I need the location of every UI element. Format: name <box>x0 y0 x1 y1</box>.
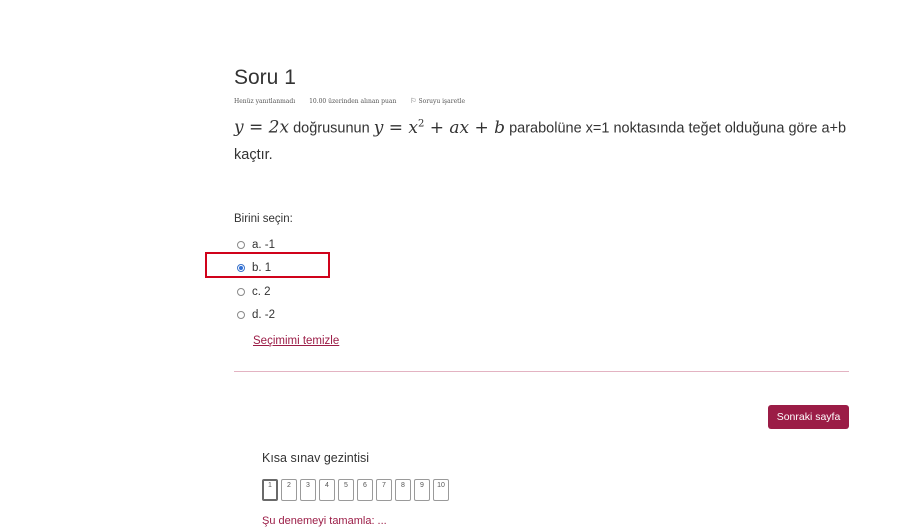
next-page-button[interactable]: Sonraki sayfa <box>768 405 849 429</box>
question-meta: Henüz yanıtlanmadı 10.00 üzerinden alına… <box>234 97 489 105</box>
quiz-page-button-10[interactable]: 10 <box>433 479 449 501</box>
answer-option-label: d. -2 <box>252 309 276 322</box>
finish-attempt-link[interactable]: Şu denemeyi tamamla: ... <box>262 515 387 527</box>
quiz-navigation-title: Kısa sınav gezintisi <box>262 451 369 465</box>
radio-button-c[interactable] <box>237 287 245 296</box>
parabola-equation: y = x2 + ax + b <box>374 118 505 138</box>
parabola-equation-base: y = x <box>373 117 418 138</box>
flag-icon: ⚐ <box>410 97 417 105</box>
parabola-equation-rest: + ax + b <box>429 117 506 138</box>
quiz-page-button-9[interactable]: 9 <box>414 479 430 501</box>
selected-answer-highlight <box>205 252 330 278</box>
answer-options: a. -1 b. 1 c. 2 d. -2 <box>237 233 275 327</box>
answer-option-label: c. 2 <box>252 285 271 298</box>
question-points: 10.00 üzerinden alınan puan <box>309 98 397 105</box>
answer-option-label: a. -1 <box>252 238 276 251</box>
divider <box>234 371 849 372</box>
flag-question-link[interactable]: ⚐ Soruyu işaretle <box>410 97 477 105</box>
question-title: Soru 1 <box>234 66 296 89</box>
flag-question-label: Soruyu işaretle <box>418 98 466 105</box>
quiz-page-button-3[interactable]: 3 <box>300 479 316 501</box>
quiz-page-button-4[interactable]: 4 <box>319 479 335 501</box>
quiz-page-button-8[interactable]: 8 <box>395 479 411 501</box>
quiz-page-button-5[interactable]: 5 <box>338 479 354 501</box>
question-text: y = 2x doğrusunun y = x2 + ax + b parabo… <box>234 111 854 168</box>
question-text-part1: doğrusunun <box>293 120 370 137</box>
question-status: Henüz yanıtlanmadı <box>234 98 296 105</box>
answer-option-d[interactable]: d. -2 <box>237 304 275 328</box>
radio-button-a[interactable] <box>237 240 245 249</box>
quiz-page-button-1[interactable]: 1 <box>262 479 278 501</box>
answer-prompt: Birini seçin: <box>234 213 293 225</box>
line-equation: y = 2x <box>234 117 290 138</box>
clear-selection-link[interactable]: Seçimimi temizle <box>253 335 339 347</box>
parabola-equation-exponent: 2 <box>417 118 425 129</box>
answer-option-c[interactable]: c. 2 <box>237 280 275 304</box>
quiz-navigation-pages: 1 2 3 4 5 6 7 8 9 10 <box>262 479 449 501</box>
quiz-page-button-7[interactable]: 7 <box>376 479 392 501</box>
quiz-page-button-6[interactable]: 6 <box>357 479 373 501</box>
radio-button-d[interactable] <box>237 311 245 320</box>
quiz-page-button-2[interactable]: 2 <box>281 479 297 501</box>
